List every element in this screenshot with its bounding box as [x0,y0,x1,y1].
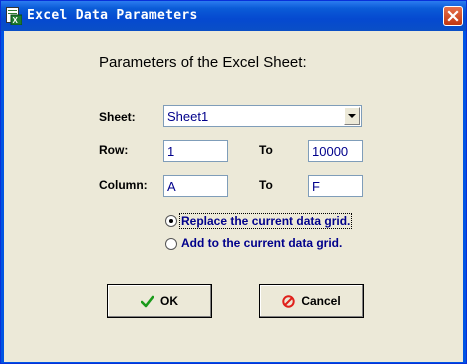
ok-button-label: OK [160,294,178,308]
add-radio[interactable] [165,238,177,250]
page-title: Parameters of the Excel Sheet: [99,54,307,71]
chevron-down-icon [348,114,356,118]
sheet-label: Sheet: [99,110,136,124]
row-to-label: To [259,143,273,157]
sheet-dropdown-button[interactable] [344,107,360,125]
svg-text:X: X [13,16,19,25]
add-option-label[interactable]: Add to the current data grid. [181,236,342,250]
radio-selected-dot [169,219,173,223]
column-to-input[interactable]: F [308,175,363,197]
title-bar[interactable]: X Excel Data Parameters [1,1,466,31]
window-title: Excel Data Parameters [27,8,198,23]
close-icon [447,10,459,22]
column-to-label: To [259,178,273,192]
sheet-select-value: Sheet1 [167,109,209,124]
row-to-input[interactable]: 10000 [308,140,363,162]
ok-button[interactable]: OK [107,284,212,318]
column-from-input[interactable]: A [163,175,228,197]
excel-app-icon: X [6,7,23,26]
dialog-window: X Excel Data Parameters Parameters of th… [0,0,467,364]
column-label: Column: [99,178,148,192]
close-button[interactable] [443,6,463,26]
replace-option-label[interactable]: Replace the current data grid. [179,213,353,229]
cancel-icon [282,294,296,308]
row-label: Row: [99,143,129,157]
cancel-button-label: Cancel [301,294,341,308]
check-icon [141,295,154,307]
dialog-body: Parameters of the Excel Sheet: Sheet: Sh… [4,31,463,362]
row-from-input[interactable]: 1 [163,140,228,162]
replace-radio[interactable] [165,215,177,227]
cancel-button[interactable]: Cancel [259,284,364,318]
sheet-select[interactable]: Sheet1 [163,105,362,127]
